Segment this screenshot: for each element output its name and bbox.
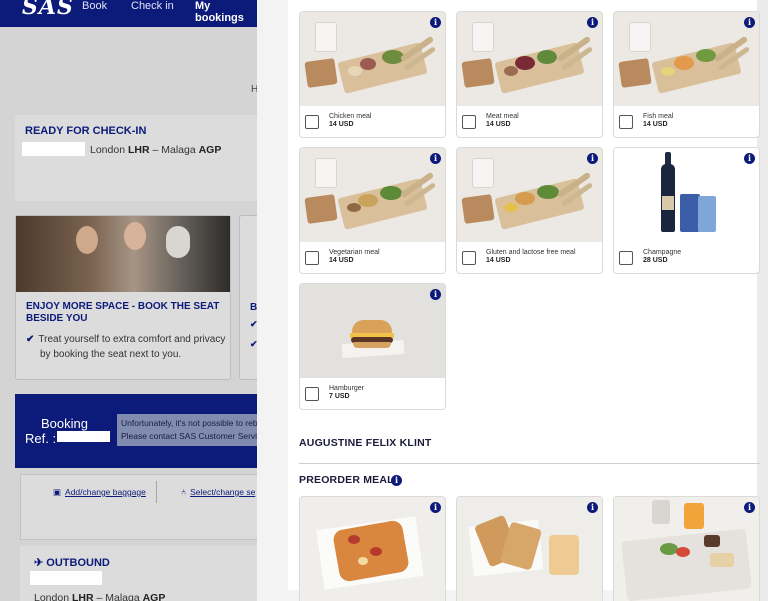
info-icon[interactable]: i [587,153,598,164]
promo-text: ✔ Treat yourself to extra comfort and pri… [26,334,226,360]
divider [156,481,157,503]
select-change-seat-link[interactable]: ⑃ Select/change se [181,487,255,497]
preorder-card-toastie[interactable]: i [456,496,603,601]
redacted-box [57,431,110,442]
vegetarian-meal-image [300,148,445,242]
meal-name: Gluten and lactose free meal [486,249,576,256]
info-icon[interactable]: i [744,502,755,513]
checkin-card: READY FOR CHECK-IN London LHR – Malaga A… [15,115,260,201]
meal-checkbox[interactable] [462,251,476,265]
booking-actions: ▣ Add/change baggage ⑃ Select/change se [20,474,260,540]
booking-panel: Booking Ref. : Unfortunately, it's not p… [15,394,267,468]
meal-price: 14 USD [643,121,668,128]
outbound-route: London LHR – Malaga AGP [34,592,166,601]
top-navigation: SAS Book Check in My bookings [0,0,260,27]
meal-checkbox[interactable] [619,115,633,129]
flatbread-image [300,497,445,601]
drink-card-champagne[interactable]: i Champagne 28 USD [613,147,760,274]
gluten-free-meal-image [457,148,602,242]
info-icon[interactable]: i [744,153,755,164]
promo-image [16,216,230,292]
meal-price: 14 USD [486,257,511,264]
meal-checkbox[interactable] [305,115,319,129]
fish-meal-image [614,12,759,106]
meal-name: Champagne [643,249,682,256]
hamburger-image [300,284,445,378]
nav-book[interactable]: Book [82,0,107,12]
info-icon[interactable]: i [430,17,441,28]
rebook-message: Unfortunately, it's not possible to rebo… [117,414,267,446]
meal-name: Chicken meal [329,113,372,120]
meal-checkbox[interactable] [305,387,319,401]
checkmark-icon: ✔ [26,334,35,345]
nav-check-in[interactable]: Check in [131,0,174,12]
chicken-meal-image [300,12,445,106]
info-icon[interactable]: i [587,17,598,28]
plane-icon: ✈ [34,557,47,569]
champagne-image [614,148,759,242]
meal-card-chicken[interactable]: i Chicken meal 14 USD [299,11,446,138]
preorder-card-flatbread[interactable]: i [299,496,446,601]
meat-meal-image [457,12,602,106]
nav-my-bookings[interactable]: My bookings [195,0,260,24]
promo-card[interactable]: ENJOY MORE SPACE - BOOK THE SEAT BESIDE … [15,215,231,380]
meal-card-hamburger[interactable]: i Hamburger 7 USD [299,283,446,410]
info-icon[interactable]: i [430,502,441,513]
info-icon[interactable]: i [430,153,441,164]
outbound-card: ✈ OUTBOUND London LHR – Malaga AGP [20,546,260,601]
preorder-card-breakfast[interactable]: i [613,496,760,601]
breakfast-image [614,497,759,601]
meal-name: Meat meal [486,113,519,120]
info-icon[interactable]: i [430,289,441,300]
meal-name: Fish meal [643,113,674,120]
info-icon[interactable]: i [587,502,598,513]
meal-checkbox[interactable] [462,115,476,129]
outbound-title: ✈ OUTBOUND [34,557,110,569]
meal-price: 14 USD [329,257,354,264]
meal-price: 14 USD [486,121,511,128]
meal-card-gluten-lactose-free[interactable]: i Gluten and lactose free meal 14 USD [456,147,603,274]
meal-price: 14 USD [329,121,354,128]
section-divider [299,463,760,464]
sas-logo[interactable]: SAS [22,0,74,20]
baggage-icon: ▣ [53,487,62,497]
info-icon[interactable]: i [744,17,755,28]
promo-title: ENJOY MORE SPACE - BOOK THE SEAT BESIDE … [26,301,220,324]
preorder-meals-title: PREORDER MEALS [299,474,401,486]
meal-checkbox[interactable] [619,251,633,265]
redacted-box [22,142,85,156]
meal-card-vegetarian[interactable]: i Vegetarian meal 14 USD [299,147,446,274]
toastie-image [457,497,602,601]
meal-card-meat[interactable]: i Meat meal 14 USD [456,11,603,138]
meal-name: Hamburger [329,385,365,392]
checkin-route: London LHR – Malaga AGP [90,144,222,156]
meal-price: 28 USD [643,257,668,264]
seat-icon: ⑃ [181,487,187,497]
info-icon[interactable]: i [391,475,402,486]
meal-price: 7 USD [329,393,350,400]
meal-card-fish[interactable]: i Fish meal 14 USD [613,11,760,138]
add-change-baggage-link[interactable]: ▣ Add/change baggage [53,487,146,498]
checkin-title: READY FOR CHECK-IN [25,125,147,137]
redacted-box [30,571,102,585]
meal-checkbox[interactable] [305,251,319,265]
passenger-name: AUGUSTINE FELIX KLINT [299,437,432,449]
meal-name: Vegetarian meal [329,249,380,256]
